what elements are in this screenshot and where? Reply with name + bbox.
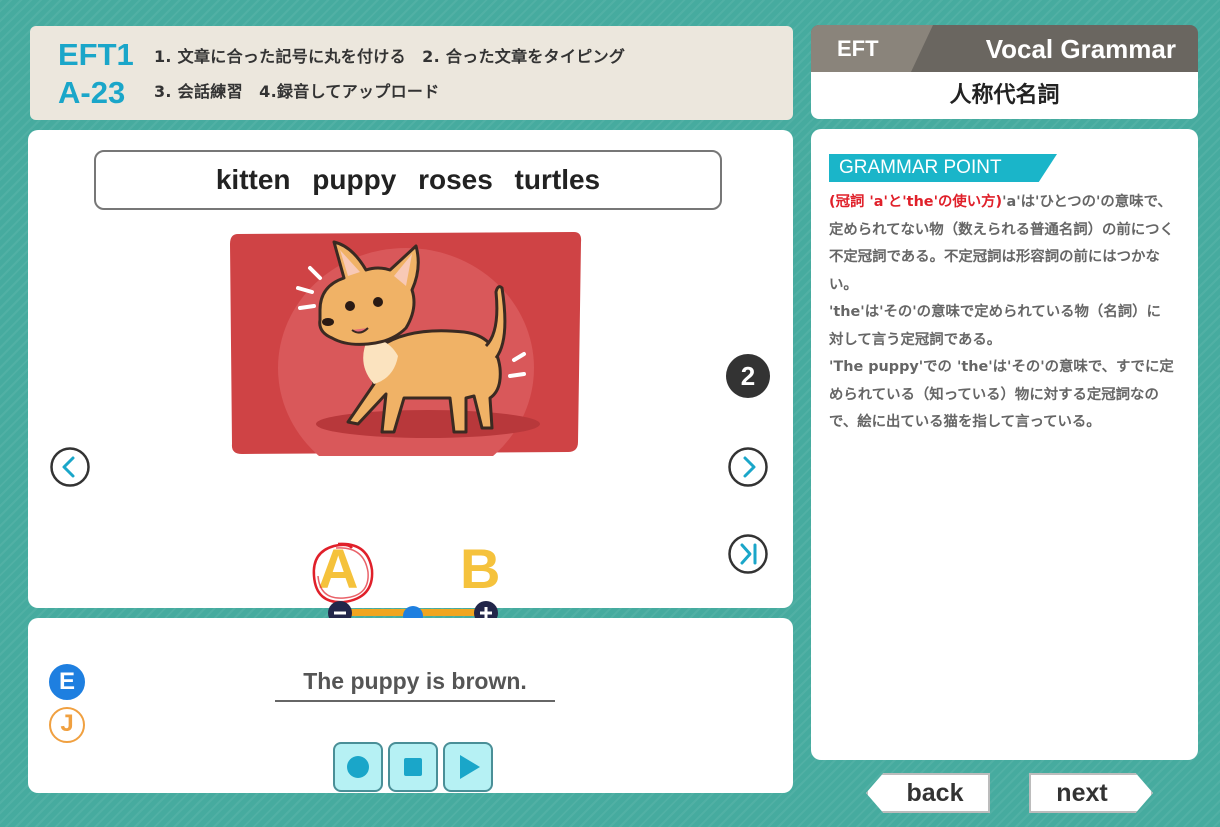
grammar-point-label: GRAMMAR POINT [829,154,1057,182]
grammar-panel: GRAMMAR POINT (冠詞 'a'と'the'の使い方)'a'は'ひとつ… [811,129,1198,760]
grammar-explanation: (冠詞 'a'と'the'の使い方)'a'は'ひとつの'の意味で、定められてない… [829,189,1174,437]
grammar-paragraph-2: 'the'は'その'の意味で定められている物（名詞）に対して言う定冠詞である。 [829,304,1161,348]
grammar-heading: (冠詞 'a'と'the'の使い方) [829,194,1003,210]
app-title: Vocal Grammar [985,34,1176,64]
app-title-bar: EFT Vocal Grammar [811,25,1198,72]
page-number-badge: 2 [726,354,770,398]
play-button[interactable] [443,742,493,792]
word-bank: kitten puppy roses turtles [94,150,722,210]
stop-button[interactable] [388,742,438,792]
back-button[interactable]: back [866,773,990,813]
next-button[interactable]: next [1029,773,1153,813]
lesson-series: EFT1 [58,37,134,72]
grammar-paragraph-3: 'The puppy'での 'the'は'その'の意味で、すでに定められている（… [829,359,1174,430]
eft-badge: EFT [811,25,933,72]
option-b[interactable]: B [460,536,500,601]
play-icon [460,755,480,779]
lesson-number: A-23 [58,75,126,110]
next-page-icon[interactable] [728,447,768,487]
japanese-toggle[interactable]: J [49,707,85,743]
instructions-line-2: 3. 会話練習 4.録音してアップロード [154,82,440,101]
topic-title: 人称代名詞 [811,72,1198,119]
lesson-header: EFT1 A-23 1. 文章に合った記号に丸を付ける 2. 合った文章をタイピ… [30,26,793,120]
selection-circle-mark [312,542,374,604]
lesson-code: EFT1 A-23 [58,36,134,112]
sentence-text: The puppy is brown. [275,662,555,702]
record-button[interactable] [333,742,383,792]
previous-icon[interactable] [50,447,90,487]
puppy-illustration [230,232,582,456]
english-toggle[interactable]: E [49,664,85,700]
skip-to-end-icon[interactable] [728,534,768,574]
instructions-line-1: 1. 文章に合った記号に丸を付ける 2. 合った文章をタイピング [154,47,626,66]
stop-icon [404,758,422,776]
picture-panel: kitten puppy roses turtles 2 A B [28,130,793,608]
record-icon [347,756,369,778]
sentence-panel: E J The puppy is brown. [28,618,793,793]
